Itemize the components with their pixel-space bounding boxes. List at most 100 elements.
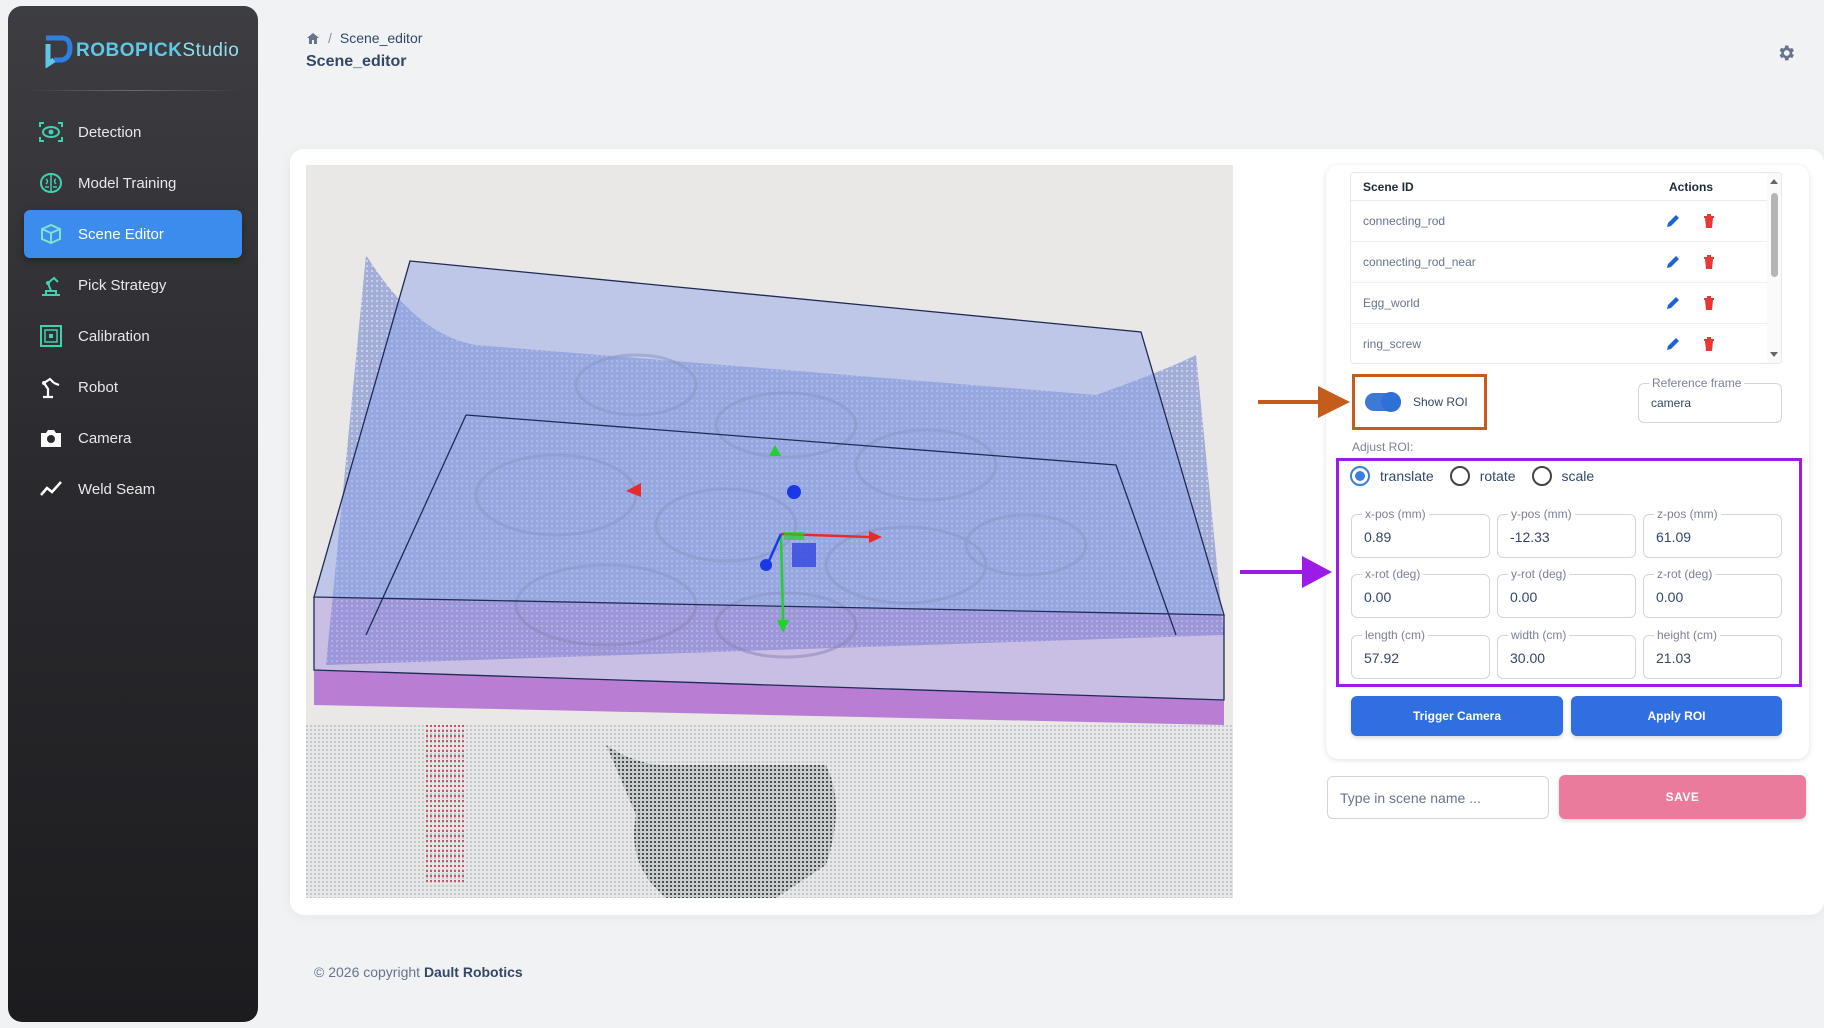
table-row[interactable]: Egg_world: [1351, 283, 1781, 324]
delete-icon[interactable]: [1700, 253, 1718, 271]
sidebar-item-label: Detection: [78, 123, 142, 141]
table-row[interactable]: ring_screw: [1351, 324, 1781, 363]
sidebar-item-label: Robot: [78, 378, 119, 396]
camera-icon: [38, 425, 64, 451]
sidebar-item-camera[interactable]: Camera: [24, 414, 242, 462]
sidebar-item-scene-editor[interactable]: Scene Editor: [24, 210, 242, 258]
delete-icon[interactable]: [1700, 294, 1718, 312]
edit-icon[interactable]: [1664, 212, 1682, 230]
radio-label: translate: [1380, 468, 1434, 484]
sidebar-item-weld-seam[interactable]: Weld Seam: [24, 465, 242, 513]
robot-arm-icon: [38, 272, 64, 298]
edit-icon[interactable]: [1664, 253, 1682, 271]
height-field[interactable]: height (cm) 21.03: [1643, 627, 1782, 679]
reference-frame-select[interactable]: Reference frame camera: [1638, 375, 1782, 423]
x-pos-label: x-pos (mm): [1362, 506, 1429, 522]
apply-roi-button[interactable]: Apply ROI: [1571, 696, 1782, 736]
height-label: height (cm): [1654, 627, 1721, 643]
breadcrumb-current: Scene_editor: [339, 30, 423, 46]
sidebar-item-model-training[interactable]: Model Training: [24, 159, 242, 207]
scene-id-cell: ring_screw: [1363, 337, 1422, 351]
z-pos-field[interactable]: z-pos (mm) 61.09: [1643, 506, 1782, 558]
scene-name-input[interactable]: [1327, 776, 1549, 819]
robot-icon: [38, 374, 64, 400]
breadcrumb: / Scene_editor: [306, 30, 422, 46]
y-pos-value: -12.33: [1510, 529, 1550, 545]
copyright-text: © 2026 copyright: [314, 964, 421, 980]
scroll-up-arrow[interactable]: [1770, 179, 1778, 184]
sidebar-divider: [24, 90, 242, 91]
table-scrollbar[interactable]: [1767, 173, 1781, 363]
radio-label: scale: [1561, 468, 1595, 484]
show-roi-toggle[interactable]: [1365, 392, 1401, 412]
radio-rotate[interactable]: rotate: [1449, 466, 1516, 486]
radio-indicator: [1350, 466, 1370, 486]
adjust-roi-label: Adjust ROI:: [1352, 440, 1414, 454]
scene-id-cell: connecting_rod_near: [1363, 255, 1476, 269]
sidebar-item-robot[interactable]: Robot: [24, 363, 242, 411]
eye-scan-icon: [38, 119, 64, 145]
z-rot-label: z-rot (deg): [1654, 566, 1716, 582]
reference-frame-label: Reference frame: [1649, 375, 1745, 391]
radio-translate[interactable]: translate: [1350, 466, 1434, 486]
show-roi-label: Show ROI: [1413, 395, 1468, 409]
table-header: Scene ID Actions: [1351, 173, 1781, 201]
column-scene-id: Scene ID: [1363, 179, 1414, 194]
scroll-down-arrow[interactable]: [1770, 352, 1778, 357]
point-cloud-viewer[interactable]: [306, 165, 1233, 898]
x-rot-value: 0.00: [1364, 589, 1392, 605]
trigger-camera-button[interactable]: Trigger Camera: [1351, 696, 1563, 736]
column-actions: Actions: [1668, 179, 1713, 194]
length-field[interactable]: length (cm) 57.92: [1351, 627, 1490, 679]
x-pos-field[interactable]: x-pos (mm) 0.89: [1351, 506, 1490, 558]
sidebar: ROBOPICKStudio Detection Model Training …: [8, 6, 258, 1022]
logo-icon: [45, 35, 73, 68]
brand[interactable]: ROBOPICKStudio: [40, 34, 239, 68]
line-chart-icon: [38, 476, 64, 502]
scroll-thumb[interactable]: [1771, 193, 1778, 277]
sidebar-item-pick-strategy[interactable]: Pick Strategy: [24, 261, 242, 309]
width-value: 30.00: [1510, 650, 1546, 666]
x-pos-value: 0.89: [1364, 529, 1392, 545]
delete-icon[interactable]: [1700, 212, 1718, 230]
orange-arrow-annotation: [1258, 386, 1350, 418]
page-title: Scene_editor: [306, 53, 407, 70]
purple-arrow-annotation: [1240, 556, 1332, 588]
sidebar-item-label: Camera: [78, 429, 132, 447]
table-row[interactable]: connecting_rod: [1351, 201, 1781, 242]
edit-icon[interactable]: [1664, 335, 1682, 353]
home-icon[interactable]: [306, 32, 320, 45]
width-label: width (cm): [1508, 627, 1570, 643]
footer: © 2026 copyright Dault Robotics: [314, 964, 523, 980]
sidebar-item-label: Weld Seam: [78, 480, 156, 498]
height-value: 21.03: [1656, 650, 1692, 666]
breadcrumb-separator: /: [328, 30, 332, 46]
y-pos-field[interactable]: y-pos (mm) -12.33: [1497, 506, 1636, 558]
z-pos-label: z-pos (mm): [1654, 506, 1721, 522]
z-rot-field[interactable]: z-rot (deg) 0.00: [1643, 566, 1782, 618]
edit-icon[interactable]: [1664, 294, 1682, 312]
scene-table: Scene ID Actions connecting_rod connecti…: [1350, 172, 1782, 364]
x-rot-field[interactable]: x-rot (deg) 0.00: [1351, 566, 1490, 618]
width-field[interactable]: width (cm) 30.00: [1497, 627, 1636, 679]
company-link[interactable]: Dault Robotics: [424, 964, 523, 980]
cube-icon: [38, 221, 64, 247]
sidebar-item-calibration[interactable]: Calibration: [24, 312, 242, 360]
y-rot-label: y-rot (deg): [1508, 566, 1570, 582]
gear-icon[interactable]: [1776, 43, 1796, 63]
sidebar-item-detection[interactable]: Detection: [24, 108, 242, 156]
sidebar-nav: Detection Model Training Scene Editor Pi…: [24, 108, 242, 516]
reference-frame-value: camera: [1651, 396, 1692, 410]
save-button[interactable]: SAVE: [1559, 775, 1806, 819]
y-rot-value: 0.00: [1510, 589, 1538, 605]
radio-scale[interactable]: scale: [1531, 466, 1595, 486]
radio-label: rotate: [1479, 468, 1516, 484]
brain-icon: [38, 170, 64, 196]
y-rot-field[interactable]: y-rot (deg) 0.00: [1497, 566, 1636, 618]
table-row[interactable]: connecting_rod_near: [1351, 242, 1781, 283]
delete-icon[interactable]: [1700, 335, 1718, 353]
length-label: length (cm): [1362, 627, 1429, 643]
length-value: 57.92: [1364, 650, 1400, 666]
target-square-icon: [38, 323, 64, 349]
scene-id-cell: connecting_rod: [1363, 214, 1446, 228]
